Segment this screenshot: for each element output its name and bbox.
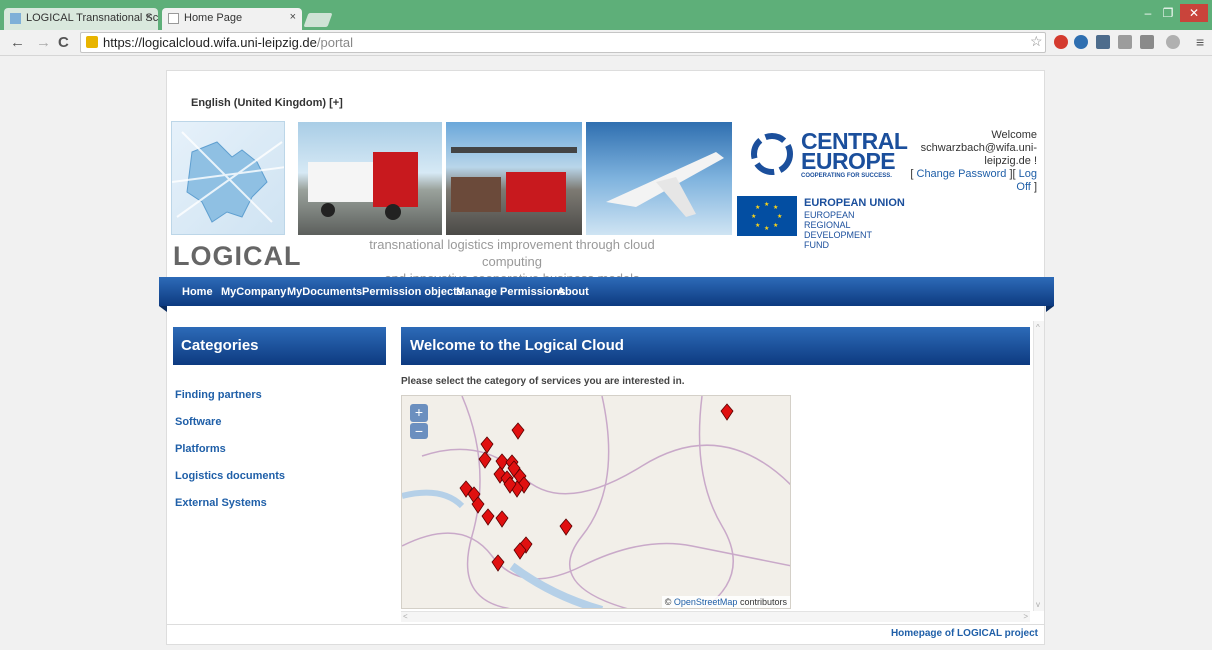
map-markers (459, 403, 734, 572)
map-marker-icon[interactable] (480, 436, 494, 454)
logical-map-logo (171, 121, 285, 235)
menu-permission-objects[interactable]: Permission objects (362, 286, 463, 298)
lock-icon (86, 36, 98, 48)
welcome-greeting: Welcome (991, 129, 1037, 141)
forward-arrow-icon[interactable]: → (36, 34, 51, 51)
menu-home[interactable]: Home (182, 286, 213, 298)
portal-page: English (United Kingdom) [+] LOGICAL tra… (159, 70, 1054, 645)
tab-title: Home Page (184, 12, 243, 24)
central-europe-title: CENTRAL EUROPE (801, 128, 908, 174)
airplane-photo (586, 122, 732, 235)
category-platforms[interactable]: Platforms (175, 443, 226, 455)
train-photo (446, 122, 582, 235)
welcome-user: schwarzbach@wifa.uni-leipzig.de ! (920, 142, 1037, 167)
tagline-line-1: transnational logistics improvement thro… (369, 237, 655, 269)
welcome-box: Welcome schwarzbach@wifa.uni-leipzig.de … (907, 129, 1037, 194)
welcome-heading: Welcome to the Logical Cloud (401, 327, 1030, 365)
browser-toolbar: ← → C https://logicalcloud.wifa.uni-leip… (0, 30, 1212, 56)
minimize-button[interactable]: – (1140, 4, 1156, 22)
globe-extension-icon[interactable] (1074, 35, 1088, 49)
map-marker-icon[interactable] (495, 510, 509, 528)
scroll-right-icon[interactable]: > (1023, 612, 1028, 621)
scroll-up-icon[interactable]: ^ (1036, 323, 1040, 332)
content-vertical-scrollbar[interactable]: ^ v (1033, 321, 1044, 611)
translate-extension-icon[interactable] (1140, 35, 1154, 49)
scroll-left-icon[interactable]: < (403, 612, 408, 621)
url-host: https://logicalcloud.wifa.uni-leipzig.de (103, 35, 317, 50)
category-finding-partners[interactable]: Finding partners (175, 389, 262, 401)
close-icon[interactable]: × (146, 11, 152, 23)
site-favicon-icon (10, 13, 21, 24)
logical-logo-text: LOGICAL (173, 241, 302, 271)
menu-icon[interactable]: ≡ (1196, 34, 1204, 50)
new-tab-button[interactable] (303, 13, 333, 27)
opera-extension-icon[interactable] (1054, 35, 1068, 49)
calendar-extension-icon[interactable] (1096, 35, 1110, 49)
menu-about[interactable]: About (557, 286, 589, 298)
address-bar[interactable]: https://logicalcloud.wifa.uni-leipzig.de… (80, 32, 1046, 53)
browser-titlebar: LOGICAL Transnational Sc × Home Page × –… (0, 0, 1212, 30)
partner-map[interactable]: + − © OpenStreetMap contributors (401, 395, 791, 609)
category-software[interactable]: Software (175, 416, 221, 428)
change-password-link[interactable]: Change Password (917, 168, 1007, 180)
bookmark-star-icon[interactable]: ☆ (1030, 33, 1043, 50)
back-arrow-icon[interactable]: ← (10, 34, 25, 51)
map-marker-icon[interactable] (491, 554, 505, 572)
window-close-button[interactable]: ✕ (1180, 4, 1208, 22)
eu-flag-icon: ★ ★ ★ ★ ★ ★ ★ ★ (737, 196, 797, 236)
menu-mydocuments[interactable]: MyDocuments (287, 286, 362, 298)
language-selector[interactable]: English (United Kingdom) [+] (191, 97, 343, 109)
central-europe-subtitle: COOPERATING FOR SUCCESS. (801, 173, 892, 179)
homepage-logical-link[interactable]: Homepage of LOGICAL project (891, 628, 1038, 639)
map-marker-icon[interactable] (478, 451, 492, 469)
main-menu: Home MyCompany MyDocuments Permission ob… (159, 277, 1054, 312)
menu-mycompany[interactable]: MyCompany (221, 286, 286, 298)
reload-icon[interactable]: C (58, 34, 69, 51)
page-scrollbar[interactable] (1202, 58, 1212, 650)
map-marker-icon[interactable] (481, 508, 495, 526)
scroll-down-icon[interactable]: v (1036, 600, 1040, 609)
menu-manage-permissions[interactable]: Manage Permissions (456, 286, 565, 298)
eu-title: EUROPEAN UNION (804, 197, 905, 209)
tab-title: LOGICAL Transnational Sc (26, 12, 158, 24)
truck-photo (298, 122, 442, 235)
map-marker-icon[interactable] (559, 518, 573, 536)
map-marker-icon[interactable] (511, 422, 525, 440)
eu-subtitle: EUROPEAN REGIONAL DEVELOPMENT FUND (804, 210, 872, 250)
category-logistics-documents[interactable]: Logistics documents (175, 470, 285, 482)
content-horizontal-scrollbar[interactable]: < > (401, 611, 1030, 622)
close-icon[interactable]: × (290, 11, 296, 23)
maximize-button[interactable]: ❐ (1160, 4, 1176, 22)
osm-attribution: © OpenStreetMap contributors (661, 596, 790, 608)
tab-home-page[interactable]: Home Page × (162, 8, 302, 30)
category-external-systems[interactable]: External Systems (175, 497, 267, 509)
footer-divider (167, 624, 1044, 625)
instruction-text: Please select the category of services y… (401, 376, 685, 387)
url-path: /portal (316, 35, 354, 50)
shield-extension-icon[interactable] (1166, 35, 1180, 49)
openstreetmap-link[interactable]: OpenStreetMap (674, 597, 738, 607)
map-marker-icon[interactable] (720, 403, 734, 421)
download-extension-icon[interactable] (1118, 35, 1132, 49)
tab-logical-transnational[interactable]: LOGICAL Transnational Sc × (4, 8, 158, 30)
page-icon (168, 13, 179, 24)
categories-heading: Categories (173, 327, 386, 365)
